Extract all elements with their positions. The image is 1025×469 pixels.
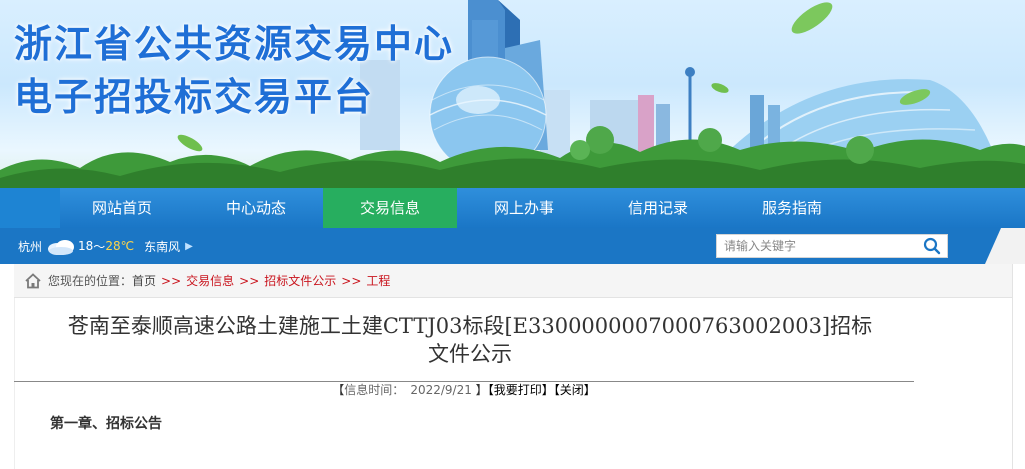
site-title-line1: 浙江省公共资源交易中心 bbox=[14, 22, 455, 66]
meta-date: 2022/9/21 bbox=[410, 383, 472, 397]
breadcrumb-tender-doc-notice[interactable]: 招标文件公示 bbox=[264, 272, 336, 289]
nav-item-credit-record[interactable]: 信用记录 bbox=[591, 188, 725, 228]
site-title-line2: 电子招投标交易平台 bbox=[14, 75, 375, 119]
breadcrumb-trade-info[interactable]: 交易信息 bbox=[186, 272, 234, 289]
weather-wind: 东南风 bbox=[144, 239, 181, 254]
article-meta: 【信息时间： 2022/9/21 】【我要打印】【关闭】 bbox=[14, 382, 914, 398]
header-banner: 浙江省公共资源交易中心 电子招投标交易平台 bbox=[0, 0, 1025, 188]
cloud-icon bbox=[48, 240, 75, 255]
search-button[interactable] bbox=[917, 235, 947, 257]
search-icon bbox=[923, 237, 941, 255]
home-icon bbox=[25, 272, 41, 288]
search-box bbox=[716, 234, 948, 258]
breadcrumb-engineering[interactable]: 工程 bbox=[366, 272, 390, 289]
breadcrumb: 您现在的位置： 首页 >> 交易信息 >> 招标文件公示 >> 工程 bbox=[14, 264, 1012, 298]
print-link[interactable]: 【我要打印】 bbox=[488, 383, 554, 397]
breadcrumb-separator: >> bbox=[341, 273, 362, 288]
nav-wedge bbox=[0, 188, 60, 228]
article-title-line2: 文件公示 bbox=[428, 342, 512, 366]
nav-item-online-service[interactable]: 网上办事 bbox=[457, 188, 591, 228]
weather-temp-low: 18 bbox=[78, 239, 94, 253]
content-border-right bbox=[1012, 264, 1013, 469]
sub-bar: 杭州 18 ～ 28℃ 东南风 ▶ bbox=[0, 228, 1025, 264]
arrow-right-icon: ▶ bbox=[185, 240, 193, 252]
close-link[interactable]: 【关闭】 bbox=[554, 383, 596, 397]
weather-temp-high: 28℃ bbox=[105, 239, 135, 253]
breadcrumb-prefix: 您现在的位置： bbox=[48, 274, 133, 288]
weather-temp-separator: ～ bbox=[93, 239, 106, 254]
nav-item-home[interactable]: 网站首页 bbox=[55, 188, 189, 228]
search-input[interactable] bbox=[717, 235, 917, 257]
chapter-heading: 第一章、招标公告 bbox=[50, 416, 162, 432]
weather-widget: 杭州 18 ～ 28℃ 东南风 ▶ bbox=[18, 228, 193, 264]
breadcrumb-separator: >> bbox=[161, 273, 182, 288]
breadcrumb-home[interactable]: 首页 bbox=[132, 272, 156, 289]
breadcrumb-separator: >> bbox=[239, 273, 260, 288]
nav-items: 网站首页 中心动态 交易信息 网上办事 信用记录 服务指南 bbox=[55, 188, 859, 228]
nav-item-trade-info[interactable]: 交易信息 bbox=[323, 188, 457, 228]
weather-city: 杭州 bbox=[18, 239, 43, 254]
meta-close-bracket: 】 bbox=[475, 383, 488, 397]
nav-item-service-guide[interactable]: 服务指南 bbox=[725, 188, 859, 228]
sub-bar-tail bbox=[985, 228, 1025, 264]
meta-open-bracket: 【 bbox=[332, 383, 345, 397]
article-title: 苍南至泰顺高速公路土建施工土建CTTJ03标段[E330000000700076… bbox=[14, 312, 926, 368]
main-nav: 网站首页 中心动态 交易信息 网上办事 信用记录 服务指南 bbox=[0, 188, 1025, 228]
article-title-line1: 苍南至泰顺高速公路土建施工土建CTTJ03标段[E330000000700076… bbox=[67, 314, 873, 338]
nav-item-center-news[interactable]: 中心动态 bbox=[189, 188, 323, 228]
meta-time-label: 信息时间： bbox=[344, 383, 405, 397]
